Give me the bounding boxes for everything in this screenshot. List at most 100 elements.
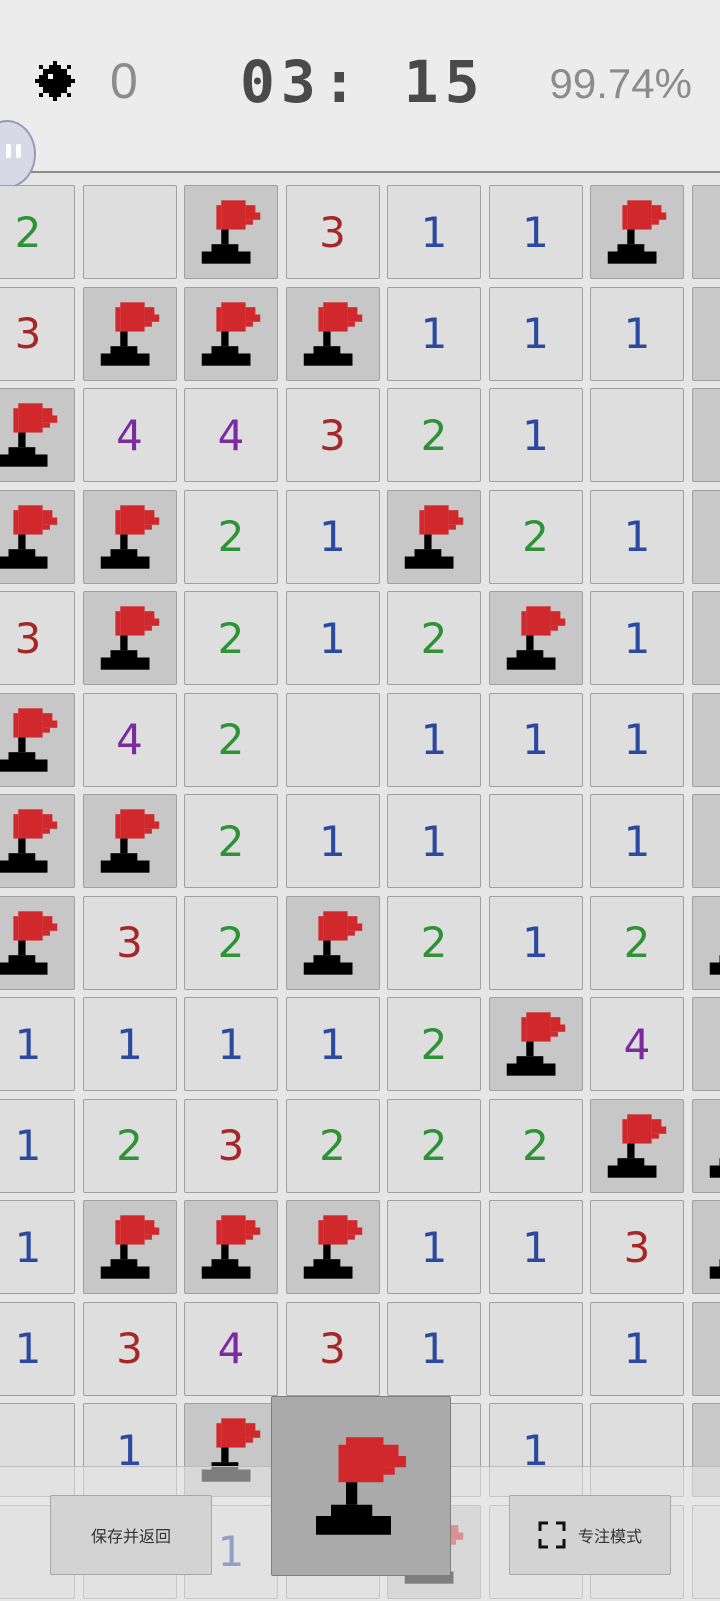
board-cell[interactable]: 1 [0,997,75,1091]
empty-cell[interactable] [489,1302,583,1396]
board-cell[interactable]: 2 [184,490,278,584]
board-cell[interactable]: 1 [387,693,481,787]
board-cell[interactable]: 4 [184,388,278,482]
flagged-cell[interactable] [83,287,177,381]
board-cell[interactable]: 1 [387,185,481,279]
hidden-cell[interactable] [692,1302,720,1396]
hidden-cell[interactable] [692,591,720,685]
flagged-cell[interactable] [692,896,720,990]
board-cell[interactable]: 1 [590,287,684,381]
flagged-cell[interactable] [286,1200,380,1294]
board-cell[interactable]: 2 [590,896,684,990]
flagged-cell[interactable] [184,1200,278,1294]
board-cell[interactable]: 1 [590,1302,684,1396]
board-cell[interactable]: 2 [0,185,75,279]
mine-icon [35,61,75,101]
flagged-cell[interactable] [286,896,380,990]
board-cell[interactable]: 1 [286,997,380,1091]
board-cell[interactable]: 2 [387,997,481,1091]
board-cell[interactable]: 3 [83,896,177,990]
board-cell[interactable]: 1 [387,287,481,381]
flagged-cell[interactable] [0,896,75,990]
board-cell[interactable]: 3 [83,1302,177,1396]
flagged-cell[interactable] [0,490,75,584]
board-cell[interactable]: 1 [590,693,684,787]
board-cell[interactable]: 2 [387,388,481,482]
board-cell[interactable]: 1 [286,490,380,584]
empty-cell[interactable] [83,185,177,279]
board-cell[interactable]: 4 [590,997,684,1091]
board-cell[interactable]: 2 [184,896,278,990]
board-cell[interactable]: 3 [0,591,75,685]
board-cell[interactable]: 3 [0,287,75,381]
board-cell[interactable]: 1 [590,490,684,584]
board-cell[interactable]: 2 [286,1099,380,1193]
flag-mode-toggle-button[interactable] [271,1396,451,1576]
flagged-cell[interactable] [590,1099,684,1193]
board-cell[interactable]: 1 [387,794,481,888]
board-cell[interactable]: 1 [83,997,177,1091]
empty-cell[interactable] [489,794,583,888]
board-cell[interactable]: 2 [489,490,583,584]
flagged-cell[interactable] [83,490,177,584]
flagged-cell[interactable] [489,997,583,1091]
board-cell[interactable]: 4 [83,693,177,787]
board-cell[interactable]: 1 [387,1200,481,1294]
board-cell[interactable]: 1 [0,1099,75,1193]
board-cell[interactable]: 1 [590,591,684,685]
board-cell[interactable]: 4 [184,1302,278,1396]
flagged-cell[interactable] [0,388,75,482]
board-cell[interactable]: 1 [286,591,380,685]
board-cell[interactable]: 2 [387,591,481,685]
board-cell[interactable]: 4 [83,388,177,482]
board-cell[interactable]: 1 [489,388,583,482]
flagged-cell[interactable] [489,591,583,685]
empty-cell[interactable] [590,388,684,482]
board-cell[interactable]: 1 [489,693,583,787]
board-cell[interactable]: 1 [387,1302,481,1396]
board-cell[interactable]: 2 [387,896,481,990]
board-cell[interactable]: 1 [489,896,583,990]
flagged-cell[interactable] [184,185,278,279]
board-cell[interactable]: 2 [387,1099,481,1193]
hidden-cell[interactable] [692,185,720,279]
flagged-cell[interactable] [0,794,75,888]
board-cell[interactable]: 3 [286,185,380,279]
flagged-cell[interactable] [83,1200,177,1294]
board-cell[interactable]: 1 [0,1200,75,1294]
flagged-cell[interactable] [387,490,481,584]
flagged-cell[interactable] [83,591,177,685]
board-cell[interactable]: 1 [489,287,583,381]
flagged-cell[interactable] [692,1099,720,1193]
flagged-cell[interactable] [0,693,75,787]
hidden-cell[interactable] [692,388,720,482]
hidden-cell[interactable] [692,287,720,381]
hidden-cell[interactable] [692,490,720,584]
board-cell[interactable]: 2 [489,1099,583,1193]
save-and-return-button[interactable]: 保存并返回 [50,1495,212,1575]
board-cell[interactable]: 3 [286,1302,380,1396]
board-cell[interactable]: 1 [184,997,278,1091]
flagged-cell[interactable] [590,185,684,279]
board-cell[interactable]: 1 [286,794,380,888]
flagged-cell[interactable] [184,287,278,381]
focus-mode-button[interactable]: 专注模式 [509,1495,671,1575]
flagged-cell[interactable] [286,287,380,381]
board-cell[interactable]: 2 [184,794,278,888]
board-cell[interactable]: 2 [83,1099,177,1193]
board-cell[interactable]: 1 [489,1200,583,1294]
hidden-cell[interactable] [692,794,720,888]
board-cell[interactable]: 3 [184,1099,278,1193]
board-cell[interactable]: 3 [286,388,380,482]
board-cell[interactable]: 2 [184,591,278,685]
flagged-cell[interactable] [83,794,177,888]
empty-cell[interactable] [286,693,380,787]
flagged-cell[interactable] [692,1200,720,1294]
board-cell[interactable]: 1 [0,1302,75,1396]
board-cell[interactable]: 3 [590,1200,684,1294]
board-cell[interactable]: 1 [489,185,583,279]
board-cell[interactable]: 1 [590,794,684,888]
hidden-cell[interactable] [692,997,720,1091]
hidden-cell[interactable] [692,693,720,787]
board-cell[interactable]: 2 [184,693,278,787]
